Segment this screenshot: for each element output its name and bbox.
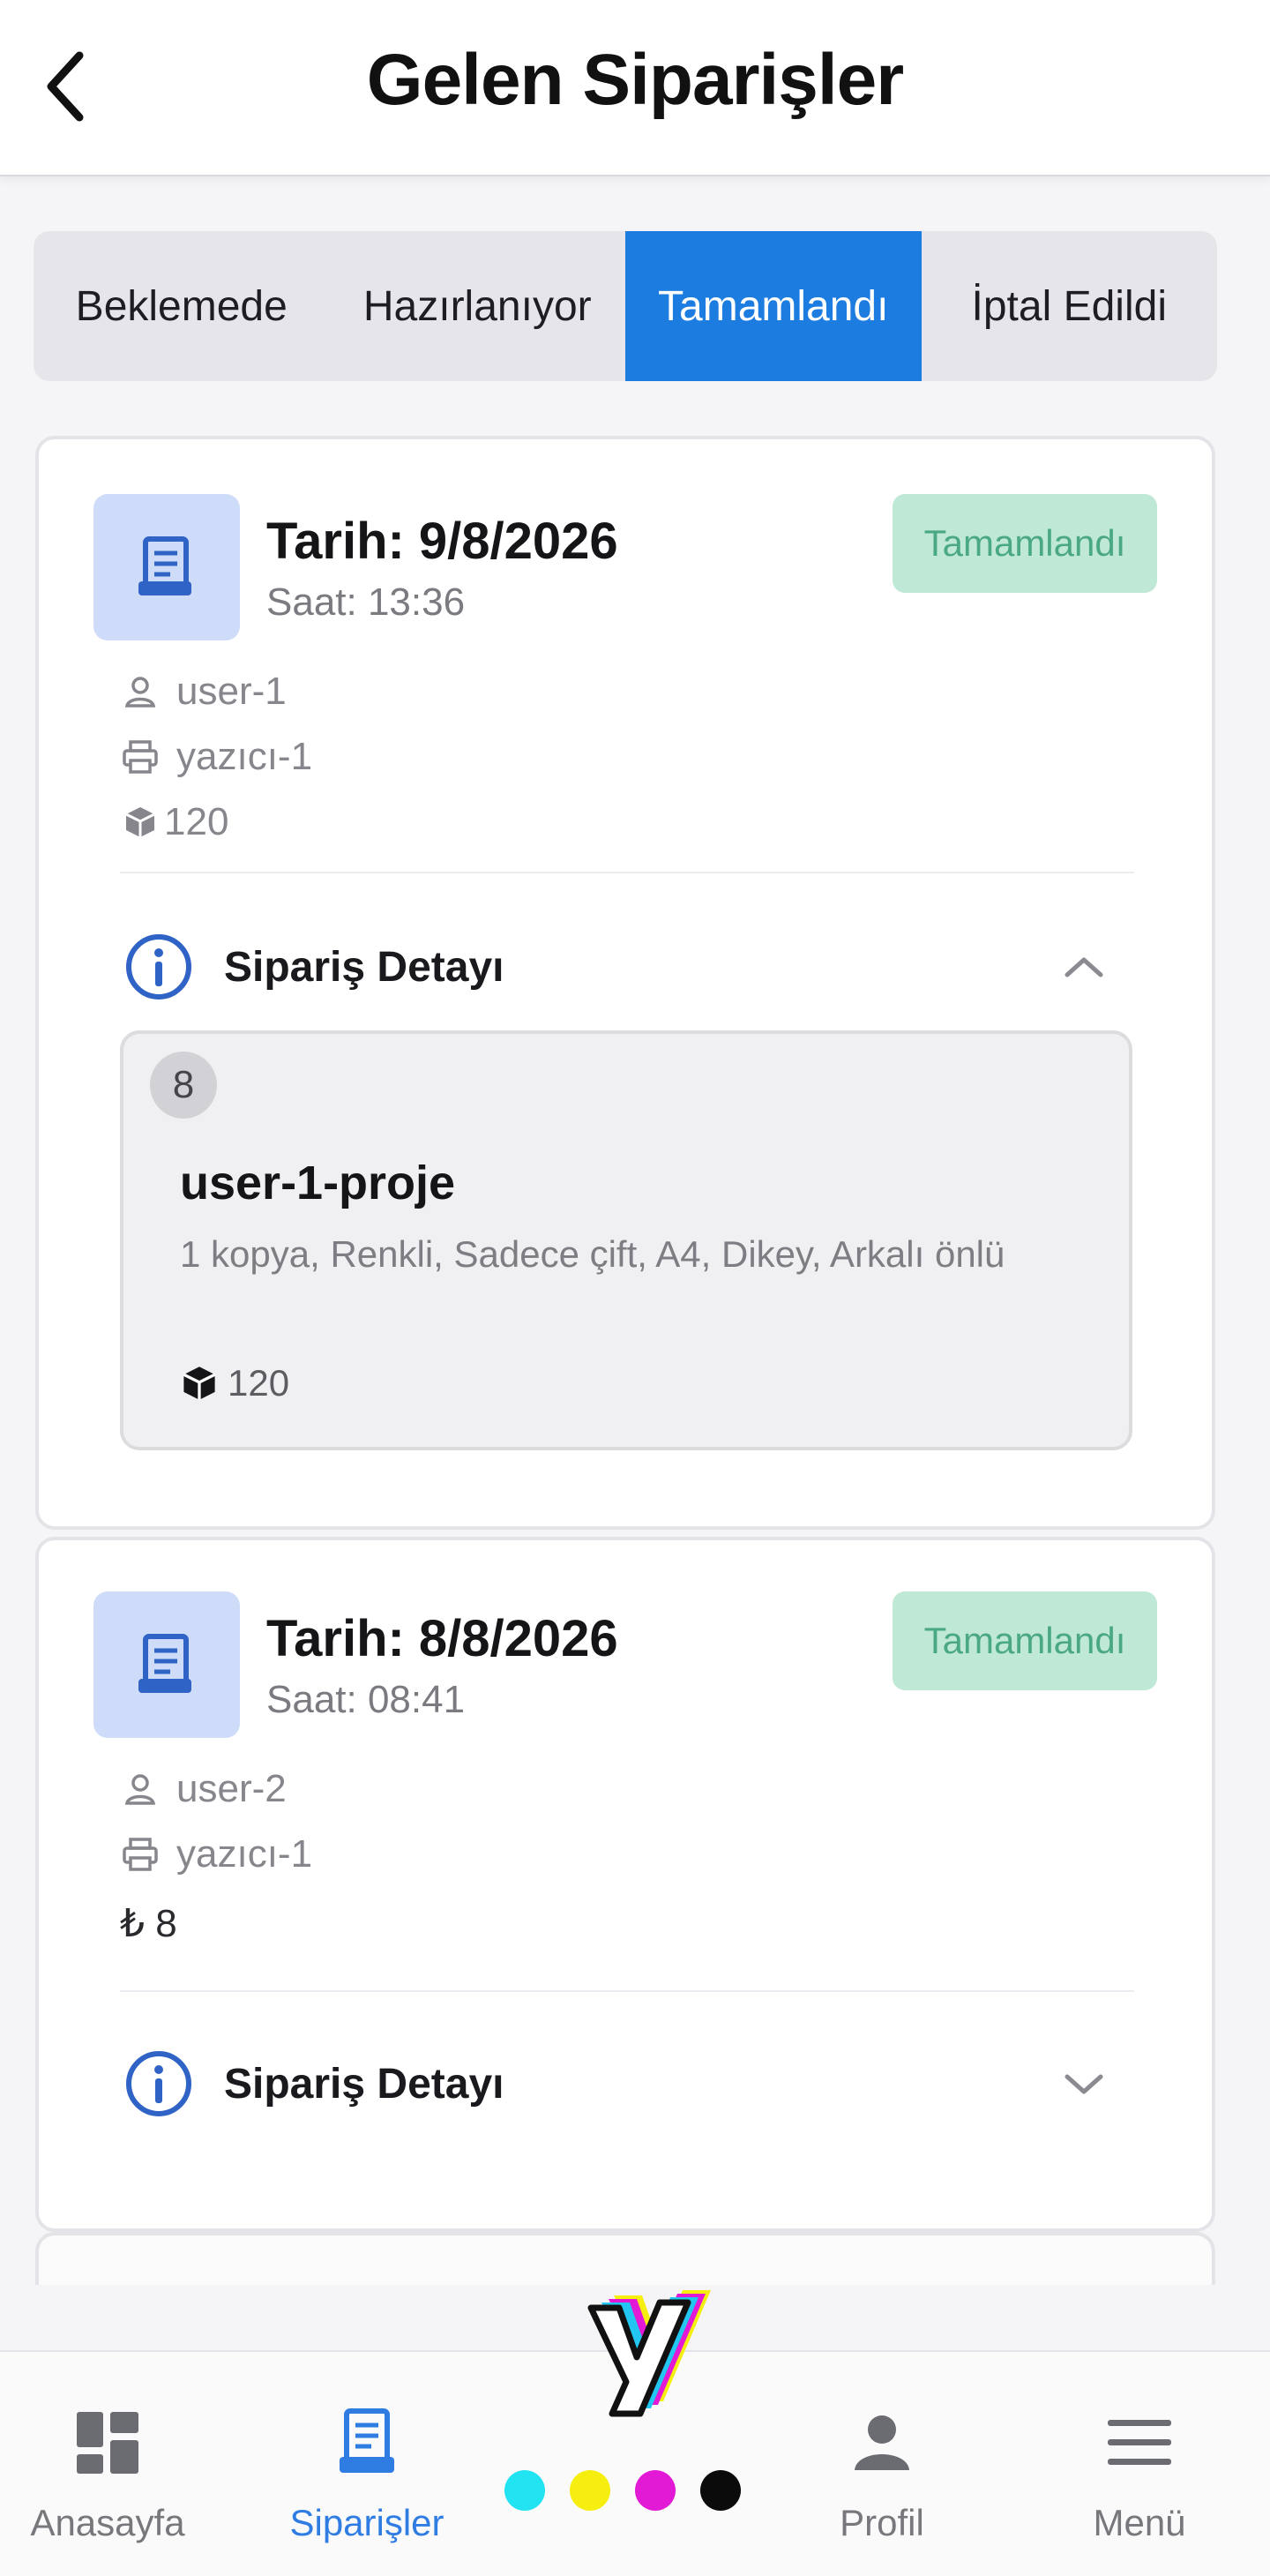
nav-orders[interactable]: Siparişler [261,2352,473,2576]
tab-completed[interactable]: Tamamlandı [625,231,922,381]
item-count-badge: 8 [150,1052,217,1119]
tab-preparing[interactable]: Hazırlanıyor [330,231,626,381]
order-detail-toggle[interactable]: Sipariş Detayı [123,923,1138,1011]
order-printer: yazıcı-1 [176,1832,313,1876]
nav-home-label: Anasayfa [30,2502,185,2543]
order-time: Saat: 08:41 [266,1678,466,1721]
card-divider [120,872,1134,873]
receipt-icon [261,2403,473,2482]
user-icon [120,1769,161,1809]
item-name: user-1-proje [180,1157,456,1209]
printer-icon [120,737,161,777]
item-price: 120 [228,1362,290,1404]
order-printer: yazıcı-1 [176,735,313,778]
printer-icon [120,1834,161,1875]
nav-menu-label: Menü [1093,2502,1186,2543]
magenta-dot [635,2470,676,2511]
order-detail-toggle[interactable]: Sipariş Detayı [123,2040,1138,2128]
status-badge: Tamamlandı [893,1591,1157,1690]
order-amount: ₺ 8 [120,1901,177,1945]
yellow-dot [570,2470,610,2511]
order-detail-label: Sipariş Detayı [224,2060,504,2108]
cube-icon [120,802,161,842]
cmyk-dots [504,2470,751,2514]
order-printer-row: yazıcı-1 [120,730,312,783]
order-amount-row: ₺ 8 [120,1897,177,1950]
item-price-row: 120 [180,1362,289,1404]
tab-pending[interactable]: Beklemede [34,231,330,381]
order-item: 8 user-1-proje 1 kopya, Renkli, Sadece ç… [120,1030,1132,1450]
order-receipt-icon [93,1591,240,1738]
tab-cancelled[interactable]: İptal Edildi [922,231,1218,381]
dashboard-icon [2,2403,213,2482]
order-card: Tarih: 8/8/2026 Saat: 08:41 Tamamlandı u… [35,1537,1215,2232]
nav-home[interactable]: Anasayfa [2,2352,213,2576]
order-time: Saat: 13:36 [266,580,466,624]
order-card: Tarih: 9/8/2026 Saat: 13:36 Tamamlandı u… [35,436,1215,1530]
brand-logo-button[interactable] [559,2267,718,2435]
order-date: Tarih: 9/8/2026 [266,513,618,570]
cyan-dot [504,2470,545,2511]
nav-profile[interactable]: Profil [776,2352,988,2576]
order-printer-row: yazıcı-1 [120,1828,312,1881]
order-amount: 120 [164,800,229,843]
status-badge: Tamamlandı [893,494,1157,593]
user-icon [120,671,161,712]
chevron-up-icon [1065,957,1103,977]
item-description: 1 kopya, Renkli, Sadece çift, A4, Dikey,… [180,1233,1005,1275]
cube-icon [180,1364,219,1403]
order-user-row: user-1 [120,665,287,718]
order-user: user-2 [176,1767,287,1810]
info-icon [126,2051,191,2116]
chevron-down-icon [1065,2074,1103,2094]
order-user: user-1 [176,670,287,713]
order-receipt-icon [93,494,240,640]
info-icon [126,934,191,1000]
nav-profile-label: Profil [840,2502,924,2543]
card-divider [120,1990,1134,1992]
hamburger-menu-icon [1034,2403,1245,2482]
order-user-row: user-2 [120,1763,287,1816]
person-icon [776,2403,988,2482]
order-amount-row: 120 [120,796,228,849]
nav-orders-label: Siparişler [289,2502,444,2543]
black-dot [700,2470,741,2511]
order-detail-label: Sipariş Detayı [224,943,504,991]
order-date: Tarih: 8/8/2026 [266,1610,618,1667]
nav-menu[interactable]: Menü [1034,2352,1245,2576]
y-logo-icon [587,2290,711,2417]
page-title: Gelen Siparişler [366,40,904,120]
status-tabs: Beklemede Hazırlanıyor Tamamlandı İptal … [34,231,1217,381]
app-header: Gelen Siparişler [0,0,1270,176]
